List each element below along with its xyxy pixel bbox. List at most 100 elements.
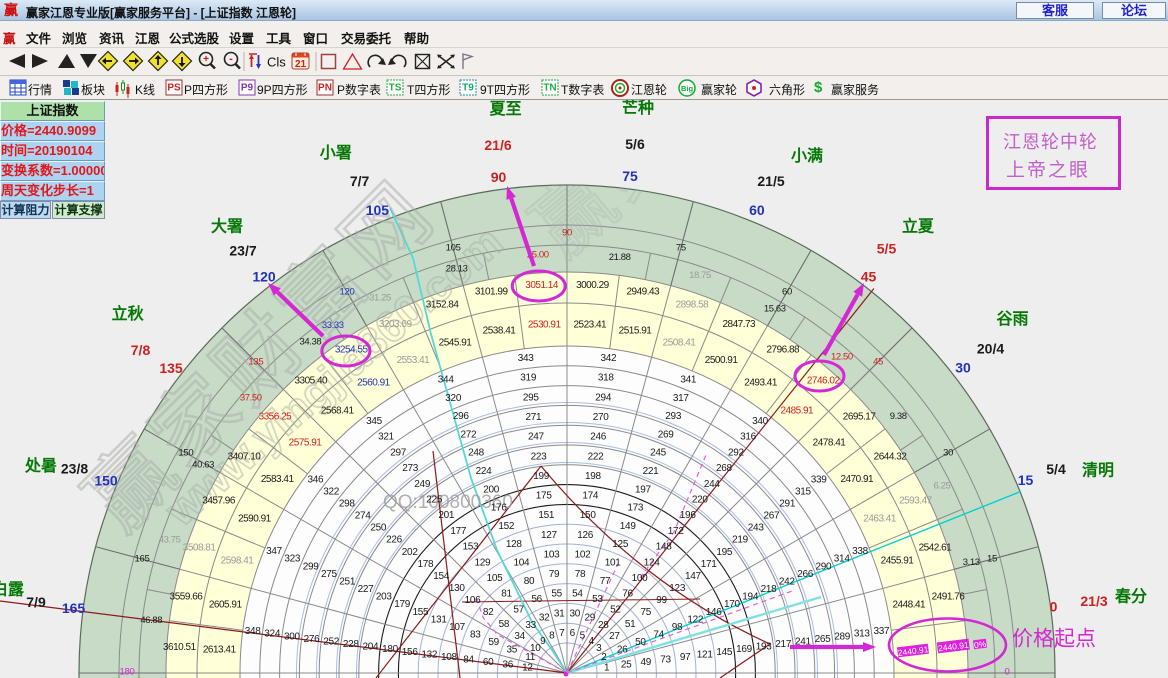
svg-text:小满: 小满 [791, 147, 823, 165]
svg-text:18.75: 18.75 [689, 270, 711, 281]
svg-text:29: 29 [585, 612, 596, 623]
svg-text:290: 290 [816, 561, 833, 572]
svg-text:0: 0 [1005, 667, 1010, 678]
svg-text:196: 196 [680, 510, 697, 521]
svg-text:2949.43: 2949.43 [626, 287, 660, 298]
svg-text:2847.73: 2847.73 [722, 319, 756, 330]
svg-text:20/4: 20/4 [977, 341, 1004, 357]
svg-text:219: 219 [732, 535, 749, 546]
svg-text:谷雨: 谷雨 [996, 310, 1028, 328]
svg-text:7: 7 [559, 628, 565, 639]
svg-text:266: 266 [797, 569, 814, 580]
svg-text:83: 83 [470, 630, 481, 641]
svg-text:2746.02: 2746.02 [807, 375, 841, 386]
svg-text:108: 108 [441, 652, 458, 663]
svg-text:120: 120 [252, 269, 276, 285]
svg-text:8: 8 [549, 631, 555, 642]
svg-text:3000.29: 3000.29 [576, 280, 610, 291]
svg-text:90: 90 [491, 169, 507, 185]
svg-text:立秋: 立秋 [112, 304, 145, 323]
svg-text:2491.76: 2491.76 [932, 592, 966, 603]
svg-text:25: 25 [621, 660, 632, 671]
svg-text:269: 269 [658, 429, 675, 440]
svg-text:177: 177 [450, 526, 467, 537]
svg-text:43.75: 43.75 [159, 535, 181, 546]
svg-text:58: 58 [499, 619, 510, 630]
svg-text:125: 125 [612, 539, 629, 550]
svg-text:148: 148 [656, 542, 673, 553]
svg-text:34.38: 34.38 [300, 336, 322, 347]
svg-text:21: 21 [295, 59, 307, 70]
svg-text:343: 343 [518, 353, 535, 364]
svg-text:3356.25: 3356.25 [259, 411, 293, 422]
svg-text:201: 201 [438, 510, 455, 521]
svg-text:346: 346 [308, 475, 325, 486]
svg-text:57: 57 [513, 604, 524, 615]
svg-text:105: 105 [366, 202, 390, 218]
svg-text:180: 180 [120, 667, 135, 678]
svg-text:320: 320 [445, 393, 462, 404]
svg-text:220: 220 [692, 495, 709, 506]
svg-text:150: 150 [94, 473, 118, 489]
svg-text:152: 152 [498, 521, 515, 532]
svg-text:P9: P9 [241, 83, 254, 94]
svg-text:319: 319 [520, 373, 537, 384]
svg-text:Big: Big [681, 84, 694, 93]
svg-text:98: 98 [672, 622, 683, 633]
svg-text:26: 26 [617, 645, 628, 656]
svg-text:3051.14: 3051.14 [525, 280, 559, 291]
svg-text:102: 102 [575, 549, 592, 560]
svg-text:芒种: 芒种 [622, 98, 654, 117]
svg-text:342: 342 [601, 353, 618, 364]
svg-text:271: 271 [526, 412, 543, 423]
svg-text:165: 165 [135, 554, 150, 565]
svg-text:127: 127 [541, 530, 558, 541]
svg-text:28: 28 [598, 620, 609, 631]
svg-text:195: 195 [716, 547, 733, 558]
svg-text:12: 12 [522, 662, 533, 673]
svg-text:9.38: 9.38 [890, 411, 907, 422]
svg-text:292: 292 [728, 447, 745, 458]
svg-text:123: 123 [669, 583, 686, 594]
svg-text:3254.55: 3254.55 [335, 345, 369, 356]
svg-text:5/6: 5/6 [625, 136, 645, 152]
svg-text:200: 200 [483, 484, 500, 495]
svg-text:23/7: 23/7 [229, 243, 256, 259]
svg-text:50: 50 [635, 637, 646, 648]
svg-text:315: 315 [795, 487, 812, 498]
svg-text:104: 104 [514, 558, 531, 569]
svg-text:246: 246 [590, 432, 607, 443]
svg-text:244: 244 [704, 479, 721, 490]
svg-text:193: 193 [756, 642, 773, 653]
svg-text:289: 289 [834, 631, 851, 642]
svg-text:2: 2 [601, 652, 607, 663]
svg-text:222: 222 [588, 451, 605, 462]
svg-text:154: 154 [433, 571, 450, 582]
svg-text:34: 34 [514, 631, 525, 642]
svg-text:2530.91: 2530.91 [528, 320, 562, 331]
svg-text:250: 250 [370, 523, 387, 534]
svg-text:3.13: 3.13 [963, 557, 980, 568]
svg-text:TS: TS [389, 83, 402, 94]
svg-text:1: 1 [604, 662, 610, 673]
svg-text:49: 49 [641, 657, 652, 668]
svg-text:243: 243 [748, 523, 765, 534]
svg-text:12.50: 12.50 [831, 351, 853, 362]
svg-text:5: 5 [580, 631, 586, 642]
svg-text:2500.91: 2500.91 [705, 355, 739, 366]
svg-text:124: 124 [644, 557, 661, 568]
svg-text:146: 146 [706, 607, 723, 618]
svg-text:53: 53 [592, 594, 603, 605]
svg-text:345: 345 [366, 416, 383, 427]
svg-text:90: 90 [562, 228, 572, 239]
svg-text:60: 60 [483, 657, 494, 668]
svg-text:清明: 清明 [1082, 462, 1114, 480]
svg-text:341: 341 [680, 375, 697, 386]
svg-text:198: 198 [585, 471, 602, 482]
svg-text:291: 291 [779, 499, 796, 510]
svg-text:245: 245 [650, 448, 667, 459]
svg-text:300: 300 [284, 631, 301, 642]
svg-text:2568.41: 2568.41 [321, 406, 355, 417]
svg-text:3457.96: 3457.96 [202, 496, 236, 507]
svg-text:252: 252 [323, 636, 340, 647]
